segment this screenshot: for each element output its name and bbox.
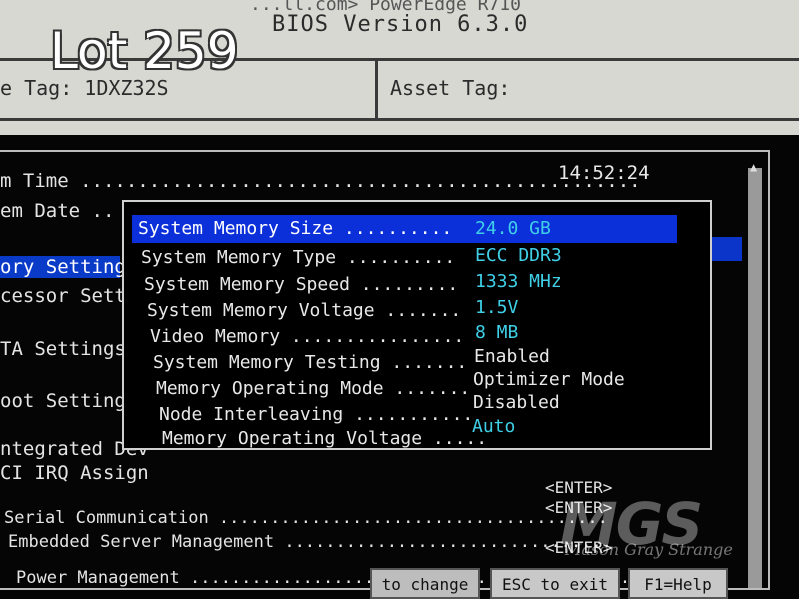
selection-marker [712,237,742,261]
popup-label-operating-mode[interactable]: Memory Operating Mode ....... [156,378,470,399]
menu-item-serial-communication[interactable]: Serial Communication ...................… [4,508,608,528]
menu-item-boot-settings[interactable]: oot Settings [0,390,137,412]
popup-value-memory-voltage: 1.5V [475,297,519,318]
bios-version: BIOS Version 6.3.0 [272,12,529,37]
popup-value-memory-speed: 1333 MHz [475,271,562,292]
popup-label-node-interleaving[interactable]: Node Interleaving ........... [159,404,473,425]
scrollbar[interactable] [748,168,762,588]
header-divider-bottom [0,118,799,121]
menu-item-system-date[interactable]: em Date .. [0,200,114,222]
header-divider-mid [375,60,378,120]
popup-value-memory-size: 24.0 GB [475,218,551,239]
asset-tag: Asset Tag: [390,76,511,100]
popup-label-video-memory[interactable]: Video Memory ................ [150,326,464,347]
menu-item-system-time[interactable]: m Time .................................… [0,170,641,192]
menu-item-processor-settings[interactable]: cessor Sett [0,285,126,307]
f1-help-button[interactable]: F1=Help [628,568,728,599]
popup-value-memory-type: ECC DDR3 [475,245,562,266]
esc-exit-button[interactable]: ESC to exit [490,568,620,599]
popup-label-memory-type[interactable]: System Memory Type .......... [141,247,455,268]
popup-label-memory-testing[interactable]: System Memory Testing ....... [153,352,467,373]
lot-label: Lot 259 [50,22,239,80]
popup-label-memory-size[interactable]: System Memory Size .......... [138,218,452,239]
watermark-company-name: Mason Gray Strange [565,540,733,559]
menu-item-embedded-server-management[interactable]: Embedded Server Management .............… [8,532,612,552]
footer-change-hint: to change [370,568,480,599]
popup-value-memory-testing: Enabled [474,346,550,367]
menu-item-memory-settings[interactable]: ory Setting [0,256,126,278]
popup-label-memory-speed[interactable]: System Memory Speed ......... [144,274,458,295]
popup-value-operating-voltage: Auto [472,416,516,437]
scroll-up-icon[interactable]: ▲ [750,160,757,174]
popup-value-node-interleaving: Disabled [473,392,560,413]
menu-item-sata-settings[interactable]: TA Settings [0,338,126,360]
popup-value-video-memory: 8 MB [475,322,519,343]
popup-label-memory-voltage[interactable]: System Memory Voltage ....... [147,300,461,321]
system-time-value[interactable]: 14:52:24 [558,162,650,184]
menu-item-pci-irq[interactable]: CI IRQ Assign [0,462,149,484]
popup-label-operating-voltage[interactable]: Memory Operating Voltage ..... [162,428,487,449]
popup-value-operating-mode: Optimizer Mode [473,369,625,390]
